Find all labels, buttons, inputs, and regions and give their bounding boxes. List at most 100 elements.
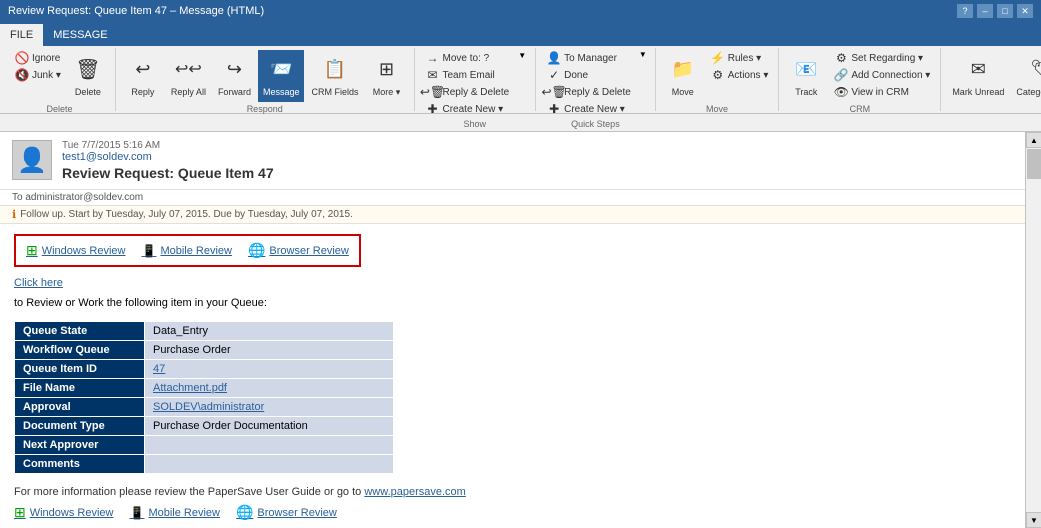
scroll-down-button[interactable]: ▼ — [1026, 512, 1041, 528]
scroll-track — [1026, 180, 1041, 512]
mobile-review-link2[interactable]: 📱 Mobile Review — [129, 506, 219, 520]
avatar: 👤 — [12, 140, 52, 180]
tab-message[interactable]: MESSAGE — [43, 24, 117, 46]
click-here-link[interactable]: Click here — [14, 277, 1011, 289]
actions-button[interactable]: ⚙ Actions ▾ — [706, 67, 773, 83]
track-icon: 📧 — [790, 53, 822, 85]
show-col: → Move to: ? ✉ Team Email ↩🗑 Reply & Del… — [421, 50, 514, 117]
reply-button[interactable]: ↩ Reply — [122, 50, 164, 102]
title-bar-text: Review Request: Queue Item 47 – Message … — [8, 5, 264, 17]
review-links-row2: ⊞ Windows Review 📱 Mobile Review 🌐 Brows… — [14, 504, 1011, 521]
followup-flag-icon: ℹ — [12, 208, 16, 221]
set-regarding-button[interactable]: ⚙ Set Regarding ▾ — [829, 50, 934, 66]
reply-delete-qs-button[interactable]: ↩🗑 Reply & Delete — [542, 84, 635, 100]
team-email-icon: ✉ — [425, 67, 441, 83]
more-button[interactable]: ⊞ More ▾ — [366, 50, 408, 102]
avatar-icon: 👤 — [17, 146, 47, 175]
windows-review-link2[interactable]: ⊞ Windows Review — [14, 504, 113, 521]
table-row: File Name Attachment.pdf — [15, 379, 394, 398]
email-followup: ℹ Follow up. Start by Tuesday, July 07, … — [0, 206, 1025, 224]
delete-icon: 🗑 — [72, 53, 104, 85]
scroll-bar: ▲ ▼ — [1025, 132, 1041, 528]
message-icon: 📨 — [265, 53, 297, 85]
mobile-review-link[interactable]: 📱 Mobile Review — [141, 244, 231, 258]
queue-item-id-link[interactable]: 47 — [153, 363, 165, 375]
browser-icon2: 🌐 — [236, 504, 253, 521]
add-connection-button[interactable]: 🔗 Add Connection ▾ — [829, 67, 934, 83]
ribbon-group-quicksteps-content: 👤 To Manager ✓ Done ↩🗑 Reply & Delete ✚ … — [542, 50, 649, 117]
mobile-review-label2: Mobile Review — [148, 507, 220, 519]
mobile-review-label: Mobile Review — [160, 245, 232, 257]
move-button[interactable]: 📁 Move — [662, 50, 704, 102]
reply-all-icon: ↩↩ — [172, 53, 204, 85]
show-expand-button[interactable]: ▼ — [515, 50, 529, 61]
view-in-crm-button[interactable]: 👁 View in CRM — [829, 84, 934, 100]
click-here-rest: to Review or Work the following item in … — [14, 297, 267, 309]
show-group-label: Show — [464, 119, 487, 129]
create-new-qs-button[interactable]: ✚ Create New ▾ — [542, 101, 635, 117]
ribbon-group-tags: ✉ Mark Unread 🏷 Categorize ▾ 🚩 Follow Up… — [941, 48, 1041, 111]
done-button[interactable]: ✓ Done — [542, 67, 635, 83]
approval-link[interactable]: SOLDEV\administrator — [153, 401, 264, 413]
move-to-button[interactable]: → Move to: ? — [421, 50, 514, 66]
ribbon-group-move: 📁 Move ⚡ Rules ▾ ⚙ Actions ▾ Move — [656, 48, 780, 111]
ribbon-group-crm: 📧 Track ⚙ Set Regarding ▾ 🔗 Add Connecti… — [779, 48, 941, 111]
email-body: 👤 Tue 7/7/2015 5:16 AM test1@soldev.com … — [0, 132, 1025, 528]
close-button[interactable]: ✕ — [1017, 4, 1033, 18]
table-row: Queue State Data_Entry — [15, 322, 394, 341]
respond-group-label: Respond — [247, 104, 283, 114]
to-manager-button[interactable]: 👤 To Manager — [542, 50, 635, 66]
ignore-button[interactable]: 🚫 Ignore — [10, 50, 65, 66]
to-label: To — [12, 192, 23, 203]
email-datetime: Tue 7/7/2015 5:16 AM — [62, 140, 1013, 151]
email-header: 👤 Tue 7/7/2015 5:16 AM test1@soldev.com … — [0, 132, 1025, 190]
reply-delete-icon: ↩🗑 — [425, 84, 441, 100]
crm-group-label: CRM — [850, 104, 871, 114]
table-row: Document Type Purchase Order Documentati… — [15, 417, 394, 436]
mark-unread-button[interactable]: ✉ Mark Unread — [947, 50, 1009, 102]
ribbon-tabs: FILE MESSAGE — [0, 22, 1041, 46]
file-name-value: Attachment.pdf — [145, 379, 394, 398]
to-address[interactable]: administrator@soldev.com — [25, 192, 143, 203]
email-from[interactable]: test1@soldev.com — [62, 151, 1013, 163]
document-type-label: Document Type — [15, 417, 145, 436]
junk-button[interactable]: 🔇 Junk ▾ — [10, 67, 65, 83]
create-new-qs-icon: ✚ — [546, 101, 562, 117]
browser-review-link2[interactable]: 🌐 Browser Review — [236, 504, 337, 521]
team-email-button[interactable]: ✉ Team Email — [421, 67, 514, 83]
table-row: Queue Item ID 47 — [15, 360, 394, 379]
file-name-label: File Name — [15, 379, 145, 398]
quicksteps-expand-button[interactable]: ▼ — [637, 50, 649, 59]
papersave-link[interactable]: www.papersave.com — [364, 486, 466, 498]
track-button[interactable]: 📧 Track — [785, 50, 827, 102]
maximize-button[interactable]: □ — [997, 4, 1013, 18]
tab-file[interactable]: FILE — [0, 24, 43, 46]
approval-label: Approval — [15, 398, 145, 417]
table-row: Approval SOLDEV\administrator — [15, 398, 394, 417]
reply-delete-button[interactable]: ↩🗑 Reply & Delete — [421, 84, 514, 100]
rules-button[interactable]: ⚡ Rules ▾ — [706, 50, 773, 66]
file-name-link[interactable]: Attachment.pdf — [153, 382, 227, 394]
help-button[interactable]: ? — [957, 4, 973, 18]
minimize-button[interactable]: – — [977, 4, 993, 18]
ribbon-group-delete-content: 🚫 Ignore 🔇 Junk ▾ 🗑 Delete — [10, 50, 109, 102]
reply-all-button[interactable]: ↩↩ Reply All — [166, 50, 211, 102]
crm-fields-button[interactable]: 📋 CRM Fields — [306, 50, 363, 102]
rules-icon: ⚡ — [710, 50, 726, 66]
queue-state-value: Data_Entry — [145, 322, 394, 341]
papersave-link-text: www.papersave.com — [364, 486, 466, 498]
delete-button[interactable]: 🗑 Delete — [67, 50, 109, 102]
ribbon-group-show-content: → Move to: ? ✉ Team Email ↩🗑 Reply & Del… — [421, 50, 530, 117]
browser-review-link[interactable]: 🌐 Browser Review — [248, 242, 349, 259]
windows-review-link[interactable]: ⊞ Windows Review — [26, 242, 125, 259]
create-new-button[interactable]: ✚ Create New ▾ — [421, 101, 514, 117]
more-info-prefix: For more information please review the P… — [14, 486, 364, 498]
delete-group-label: Delete — [46, 104, 72, 114]
scroll-up-button[interactable]: ▲ — [1026, 132, 1041, 148]
quicksteps-col: 👤 To Manager ✓ Done ↩🗑 Reply & Delete ✚ … — [542, 50, 635, 117]
message-button[interactable]: 📨 Message — [258, 50, 305, 102]
scroll-thumb[interactable] — [1027, 149, 1041, 179]
reply-icon: ↩ — [127, 53, 159, 85]
categorize-button[interactable]: 🏷 Categorize ▾ — [1011, 50, 1041, 102]
forward-button[interactable]: ↪ Forward — [213, 50, 256, 102]
